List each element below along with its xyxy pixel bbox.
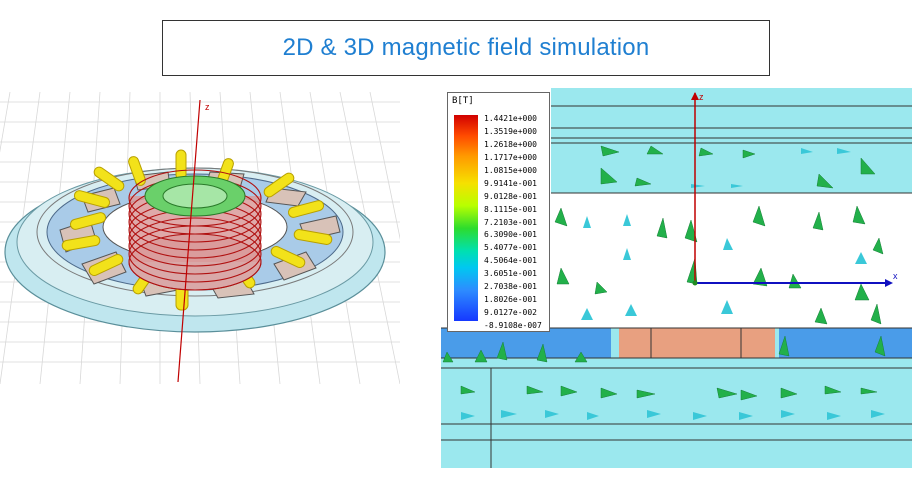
legend-label: 1.0815e+000 (484, 165, 537, 175)
legend-label: 3.6051e-001 (484, 269, 537, 279)
legend-label: -8.9108e-007 (484, 321, 542, 330)
legend-label: 2.7038e-001 (484, 282, 537, 292)
legend-labels: 1.4421e+000 1.3519e+000 1.2618e+000 1.17… (484, 113, 548, 333)
3d-model-view: z (0, 91, 431, 385)
central-magnet (619, 328, 775, 358)
legend-label: 1.2618e+000 (484, 139, 537, 149)
legend-label: 1.8026e-001 (484, 295, 537, 305)
legend-label: 9.0128e-001 (484, 191, 537, 201)
legend-color-bar (454, 115, 478, 321)
legend-label: 5.4077e-001 (484, 243, 537, 253)
origin-marker (692, 280, 698, 286)
legend-label: 7.2103e-001 (484, 217, 537, 227)
legend-label: 1.3519e+000 (484, 126, 537, 136)
legend-label: 1.1717e+000 (484, 152, 537, 162)
x-axis-2d-label: x (893, 271, 898, 281)
legend-label: 4.5064e-001 (484, 256, 537, 266)
page-title: 2D & 3D magnetic field simulation (282, 34, 650, 61)
central-coil (128, 169, 262, 291)
legend-title: B[T] (452, 96, 474, 106)
legend-label: 1.4421e+000 (484, 114, 537, 123)
legend-label: 8.1115e-001 (484, 204, 537, 214)
z-axis-2d-label: z (699, 92, 704, 102)
legend-label: 9.9141e-001 (484, 178, 537, 188)
legend-label: 6.3090e-001 (484, 230, 537, 240)
legend-label: 9.0127e-002 (484, 308, 537, 318)
3d-motor-model: z (0, 91, 431, 385)
z-axis-3d-label: z (205, 102, 210, 112)
title-box: 2D & 3D magnetic field simulation (162, 20, 770, 76)
field-legend: B[T] 1.4421e+000 1.3519e+000 1.2618e+000… (447, 92, 550, 332)
